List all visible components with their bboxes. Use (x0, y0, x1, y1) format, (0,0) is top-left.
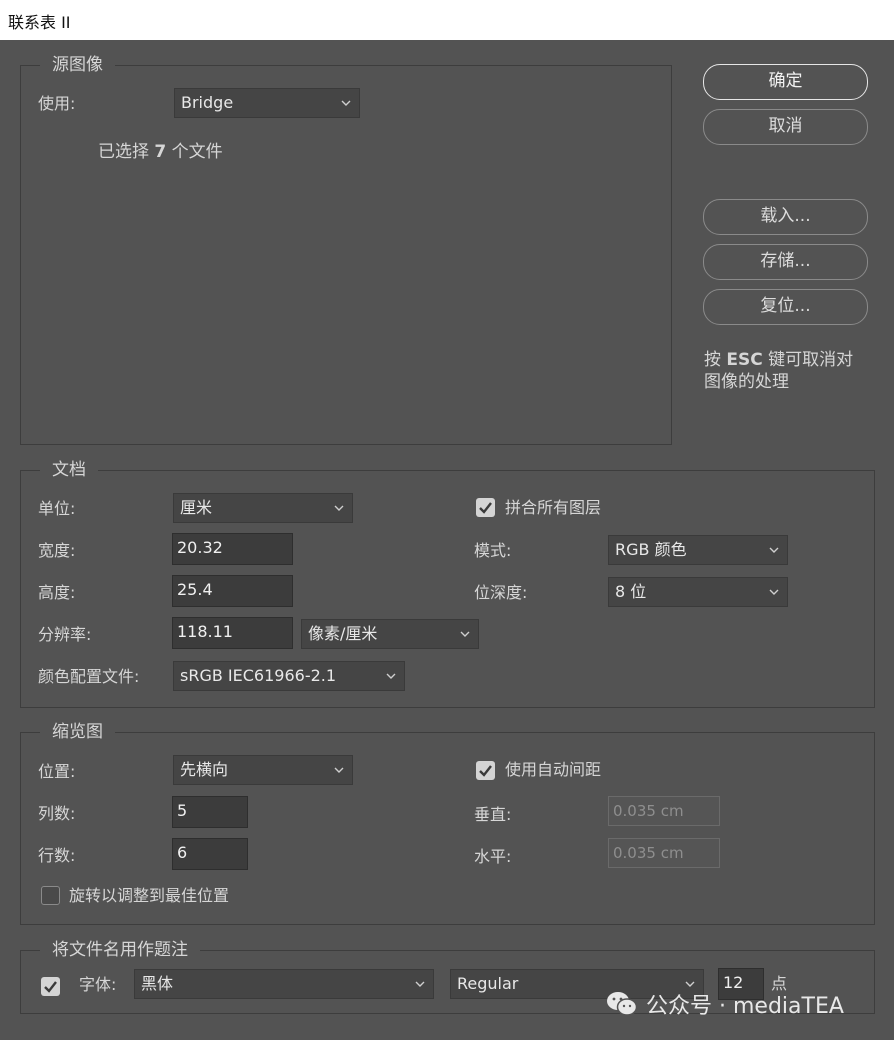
place-select[interactable]: 先横向 (173, 755, 353, 785)
mode-select-value: RGB 颜色 (615, 540, 687, 559)
selection-status: 已选择 7 个文件 (98, 137, 223, 162)
vertical-spacing-input[interactable]: 0.035 cm (608, 796, 720, 826)
width-input[interactable]: 20.32 (172, 533, 293, 565)
chevron-down-icon (769, 589, 779, 595)
bit-depth-label: 位深度: (474, 583, 528, 602)
watermark-text: 公众号 · mediaTEA (646, 994, 844, 1019)
caption-enable-checkbox[interactable] (41, 977, 60, 996)
horizontal-label: 水平: (474, 847, 512, 866)
use-label: 使用: (38, 94, 76, 113)
mode-select[interactable]: RGB 颜色 (608, 535, 788, 565)
esc-hint-key: ESC (726, 350, 763, 370)
columns-input[interactable]: 5 (172, 796, 248, 828)
source-images-group (20, 65, 672, 445)
rotate-best-fit-label: 旋转以调整到最佳位置 (69, 886, 230, 905)
selection-prefix: 已选择 (98, 142, 149, 162)
document-legend: 文档 (40, 459, 98, 481)
auto-spacing-label: 使用自动间距 (505, 760, 602, 779)
checkmark-icon (44, 981, 57, 993)
font-style-value: Regular (457, 974, 519, 993)
use-select-value: Bridge (181, 93, 234, 112)
chevron-down-icon (386, 673, 396, 679)
selection-count: 7 (154, 142, 167, 162)
load-button[interactable]: 载入... (703, 199, 868, 235)
color-profile-value: sRGB IEC61966-2.1 (180, 666, 337, 685)
reset-button[interactable]: 复位... (703, 289, 868, 325)
height-input[interactable]: 25.4 (172, 575, 293, 607)
horizontal-spacing-input[interactable]: 0.035 cm (608, 838, 720, 868)
place-label: 位置: (38, 762, 76, 781)
selection-suffix: 个文件 (171, 142, 223, 162)
width-label: 宽度: (38, 541, 76, 560)
use-select[interactable]: Bridge (174, 88, 360, 118)
units-label: 单位: (38, 499, 76, 518)
resolution-unit-select[interactable]: 像素/厘米 (301, 619, 479, 649)
ok-button[interactable]: 确定 (703, 64, 868, 100)
chevron-down-icon (334, 767, 344, 773)
flatten-layers-label: 拼合所有图层 (505, 498, 602, 517)
resolution-label: 分辨率: (38, 625, 92, 644)
esc-hint-text-a: 按 (704, 350, 721, 370)
vertical-label: 垂直: (474, 805, 512, 824)
thumbnails-legend: 缩览图 (40, 721, 115, 743)
chevron-down-icon (460, 631, 470, 637)
place-select-value: 先横向 (180, 760, 229, 779)
chevron-down-icon (341, 100, 351, 106)
cancel-button[interactable]: 取消 (703, 109, 868, 145)
esc-hint-line2: 图像的处理 (704, 372, 789, 392)
columns-label: 列数: (38, 804, 76, 823)
color-profile-select[interactable]: sRGB IEC61966-2.1 (173, 661, 405, 691)
title-bar: 联系表 II (0, 0, 894, 40)
checkmark-icon (479, 765, 492, 777)
flatten-layers-checkbox[interactable] (476, 498, 495, 517)
font-select-value: 黑体 (141, 974, 174, 993)
esc-hint-text-b: 键可取消对 (768, 350, 854, 370)
units-select[interactable]: 厘米 (173, 493, 353, 523)
save-button[interactable]: 存储... (703, 244, 868, 280)
resolution-unit-value: 像素/厘米 (308, 624, 378, 643)
bit-depth-select[interactable]: 8 位 (608, 577, 788, 607)
window-title: 联系表 II (8, 13, 71, 32)
rows-input[interactable]: 6 (172, 838, 248, 870)
chevron-down-icon (334, 505, 344, 511)
font-label: 字体: (79, 975, 117, 994)
checkmark-icon (479, 502, 492, 514)
bit-depth-value: 8 位 (615, 582, 647, 601)
resolution-input[interactable]: 118.11 (172, 617, 293, 649)
chevron-down-icon (415, 981, 425, 987)
chevron-down-icon (769, 547, 779, 553)
rotate-best-fit-checkbox[interactable] (41, 886, 60, 905)
height-label: 高度: (38, 583, 76, 602)
wechat-icon (607, 992, 638, 1016)
source-images-legend: 源图像 (40, 54, 115, 76)
units-select-value: 厘米 (180, 498, 213, 517)
auto-spacing-checkbox[interactable] (476, 761, 495, 780)
font-select[interactable]: 黑体 (134, 969, 434, 999)
caption-legend: 将文件名用作题注 (40, 939, 200, 961)
rows-label: 行数: (38, 846, 76, 865)
watermark: 公众号 · mediaTEA (606, 988, 844, 1020)
color-profile-label: 颜色配置文件: (38, 667, 140, 686)
esc-hint: 按 ESC 键可取消对 图像的处理 (704, 349, 853, 393)
esc-hint-line1: 按 ESC 键可取消对 (704, 349, 853, 371)
mode-label: 模式: (474, 541, 512, 560)
